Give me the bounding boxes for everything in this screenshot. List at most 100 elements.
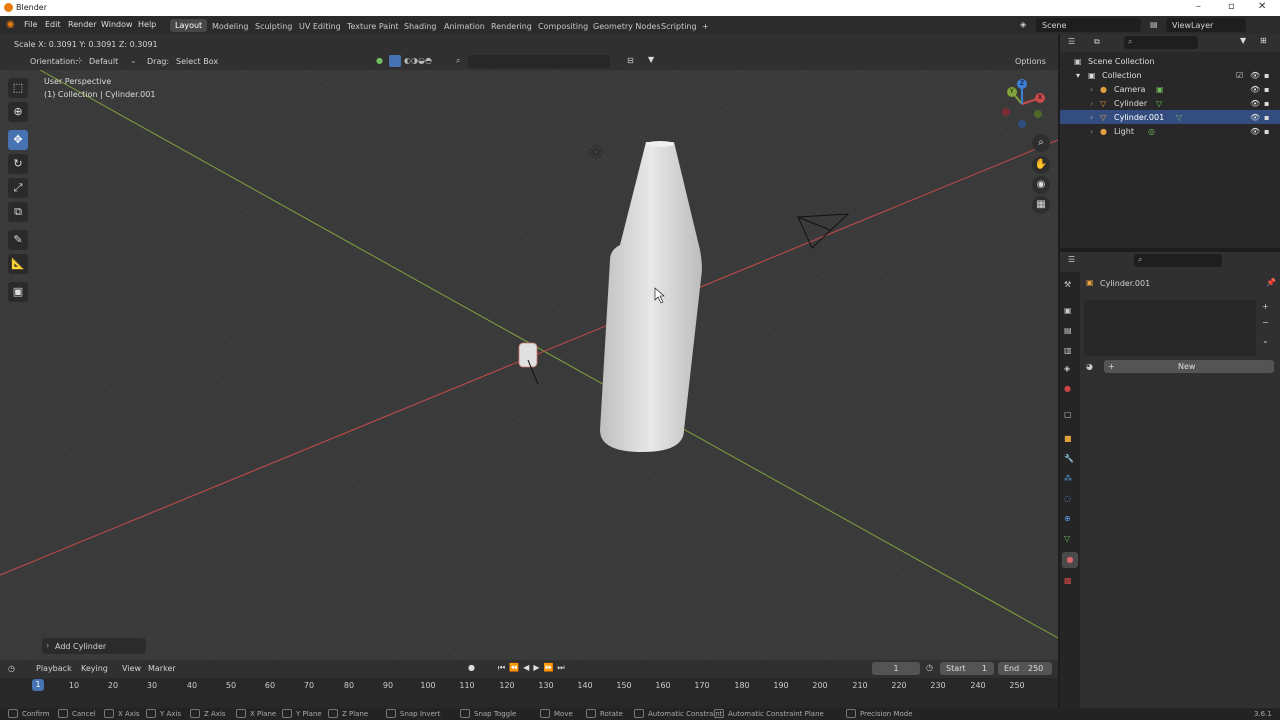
outliner-row-camera[interactable]: › ● Camera ▣ 👁 ▪ — [1060, 82, 1280, 96]
add-slot-icon[interactable]: + — [1262, 302, 1269, 311]
last-operator-panel[interactable]: › Add Cylinder — [42, 638, 146, 654]
transform-tool-button[interactable]: ⧉ — [8, 202, 28, 222]
object-tab-icon[interactable]: ■ — [1064, 434, 1072, 443]
options-button[interactable]: Options — [1015, 57, 1046, 66]
search-icon[interactable]: ⌕ — [456, 56, 460, 66]
record-icon[interactable]: ● — [468, 663, 475, 672]
pin-icon[interactable]: 📌 — [1266, 278, 1276, 287]
tab-animation[interactable]: Animation — [444, 22, 485, 31]
new-collection-icon[interactable]: ⊞ — [1260, 36, 1267, 45]
cursor-tool-button[interactable]: ⊕ — [8, 102, 28, 122]
view-options-icon[interactable]: ⊟ — [627, 56, 634, 65]
menu-render[interactable]: Render — [68, 20, 96, 29]
output-tab-icon[interactable]: ▤ — [1064, 326, 1072, 335]
camera-view-icon[interactable]: ◉ — [1032, 176, 1050, 194]
orientation-dropdown[interactable]: Default — [89, 57, 118, 66]
filter-icon[interactable]: ▼ — [1240, 36, 1246, 45]
eye-icon[interactable]: 👁 — [1250, 113, 1260, 122]
menu-edit[interactable]: Edit — [45, 20, 61, 29]
move-tool-button[interactable]: ✥ — [8, 130, 28, 150]
measure-tool-button[interactable]: 📐 — [8, 254, 28, 274]
view-layer-selector[interactable]: ▤ ViewLayer — [1150, 18, 1246, 32]
tool-tab-icon[interactable]: ⚒ — [1064, 280, 1071, 289]
pan-hand-icon[interactable]: ✋ — [1032, 156, 1050, 174]
menu-keying[interactable]: Keying — [81, 664, 108, 673]
remove-slot-icon[interactable]: − — [1262, 318, 1269, 327]
collection-tab-icon[interactable]: ▢ — [1064, 410, 1072, 419]
tab-geometry-nodes[interactable]: Geometry Nodes — [593, 22, 660, 31]
drag-dropdown[interactable]: Select Box — [176, 57, 218, 66]
eye-icon[interactable]: 👁 — [1250, 85, 1260, 94]
properties-search-input[interactable] — [1134, 254, 1222, 267]
select-mode-icon[interactable] — [389, 55, 401, 67]
scene-selector[interactable]: ◈ Scene — [1020, 18, 1141, 32]
eye-icon[interactable]: 👁 — [1250, 71, 1260, 80]
constraints-tab-icon[interactable]: ⊕ — [1064, 514, 1071, 523]
current-frame-field[interactable]: 1 — [872, 662, 920, 675]
world-tab-icon[interactable]: ● — [1064, 384, 1071, 393]
playback-controls-icons[interactable]: ⏮⏪◀▶⏩⏭ — [498, 663, 569, 673]
menu-playback[interactable]: Playback — [36, 664, 72, 673]
data-tab-icon[interactable]: ▽ — [1064, 534, 1070, 543]
outliner-row-light[interactable]: › ● Light ◎ 👁 ▪ — [1060, 124, 1280, 138]
tab-rendering[interactable]: Rendering — [491, 22, 532, 31]
start-frame-field[interactable]: Start 1 — [940, 662, 994, 675]
display-mode-icon[interactable]: ⧉ — [1094, 37, 1100, 47]
3d-viewport[interactable]: User Perspective (1) Collection | Cylind… — [0, 70, 1058, 660]
menu-window[interactable]: Window — [101, 20, 133, 29]
outliner-row-cylinder[interactable]: › ▽ Cylinder ▽ 👁 ▪ — [1060, 96, 1280, 110]
tab-uv-editing[interactable]: UV Editing — [299, 22, 341, 31]
texture-tab-icon[interactable]: ▩ — [1064, 576, 1072, 585]
editor-type-icon[interactable]: ☰ — [1068, 37, 1075, 46]
particles-tab-icon[interactable]: ⁂ — [1064, 474, 1072, 483]
outliner-row-collection[interactable]: ▾ ▣ Collection ☑ 👁 ▪ — [1060, 68, 1280, 82]
chevron-down-icon[interactable]: ⌄ — [1262, 336, 1269, 345]
tab-shading[interactable]: Shading — [404, 22, 437, 31]
eye-icon[interactable]: 👁 — [1250, 99, 1260, 108]
tab-compositing[interactable]: Compositing — [538, 22, 588, 31]
playhead[interactable]: 1 — [32, 679, 44, 691]
camera-render-icon[interactable]: ▪ — [1264, 127, 1269, 136]
scene-tab-icon[interactable]: ◈ — [1064, 364, 1070, 373]
menu-marker[interactable]: Marker — [148, 664, 176, 673]
checkbox-icon[interactable]: ☑ — [1236, 71, 1243, 80]
material-browse-icon[interactable]: ◕ — [1086, 362, 1093, 371]
timeline-track[interactable]: 1102030405060708090100110120130140150160… — [0, 678, 1058, 708]
clock-icon[interactable]: ◷ — [926, 663, 933, 672]
menu-help[interactable]: Help — [138, 20, 156, 29]
material-tab-icon[interactable]: ● — [1062, 552, 1078, 568]
camera-render-icon[interactable]: ▪ — [1264, 85, 1269, 94]
editor-type-icon[interactable]: ◷ — [8, 664, 15, 673]
menu-view[interactable]: View — [122, 664, 141, 673]
tab-texture-paint[interactable]: Texture Paint — [347, 22, 399, 31]
minimize-icon[interactable]: – — [1196, 1, 1201, 12]
tab-scripting[interactable]: Scripting — [661, 22, 697, 31]
outliner-search-input[interactable] — [1124, 36, 1198, 49]
camera-render-icon[interactable]: ▪ — [1264, 99, 1269, 108]
menu-file[interactable]: File — [24, 20, 37, 29]
rotate-tool-button[interactable]: ↻ — [8, 154, 28, 174]
search-input[interactable] — [468, 55, 610, 68]
maximize-icon[interactable]: ▫ — [1228, 1, 1235, 12]
add-workspace-button[interactable]: + — [702, 22, 709, 31]
physics-tab-icon[interactable]: ◌ — [1064, 494, 1071, 503]
filter-icon[interactable]: ▼ — [648, 55, 654, 64]
annotate-tool-button[interactable]: ✎ — [8, 230, 28, 250]
tab-layout[interactable]: Layout — [170, 19, 208, 32]
navigation-gizmo[interactable]: X Y Z — [1000, 78, 1048, 130]
tab-modeling[interactable]: Modeling — [212, 22, 248, 31]
view-layer-tab-icon[interactable]: ▥ — [1064, 346, 1072, 355]
add-cube-tool-button[interactable]: ▣ — [8, 282, 28, 302]
editor-type-icon[interactable]: ☰ — [1068, 255, 1075, 264]
close-icon[interactable]: ✕ — [1258, 1, 1266, 12]
camera-render-icon[interactable]: ▪ — [1264, 71, 1269, 80]
outliner-row-cylinder-001[interactable]: › ▽ Cylinder.001 ▽ 👁 ▪ — [1060, 110, 1280, 124]
new-material-button[interactable]: + New — [1104, 360, 1274, 373]
scale-tool-button[interactable]: ⤢ — [8, 178, 28, 198]
outliner-row-scene-collection[interactable]: ▣ Scene Collection — [1060, 54, 1280, 68]
zoom-icon[interactable]: ⌕ — [1032, 134, 1050, 152]
select-box-tool-button[interactable]: ⬚ — [8, 78, 28, 98]
perspective-grid-icon[interactable]: ▦ — [1032, 196, 1050, 214]
viewport-shading-icons[interactable]: ◐◑◒◓ — [404, 56, 432, 65]
modifier-tab-icon[interactable]: 🔧 — [1064, 454, 1074, 463]
